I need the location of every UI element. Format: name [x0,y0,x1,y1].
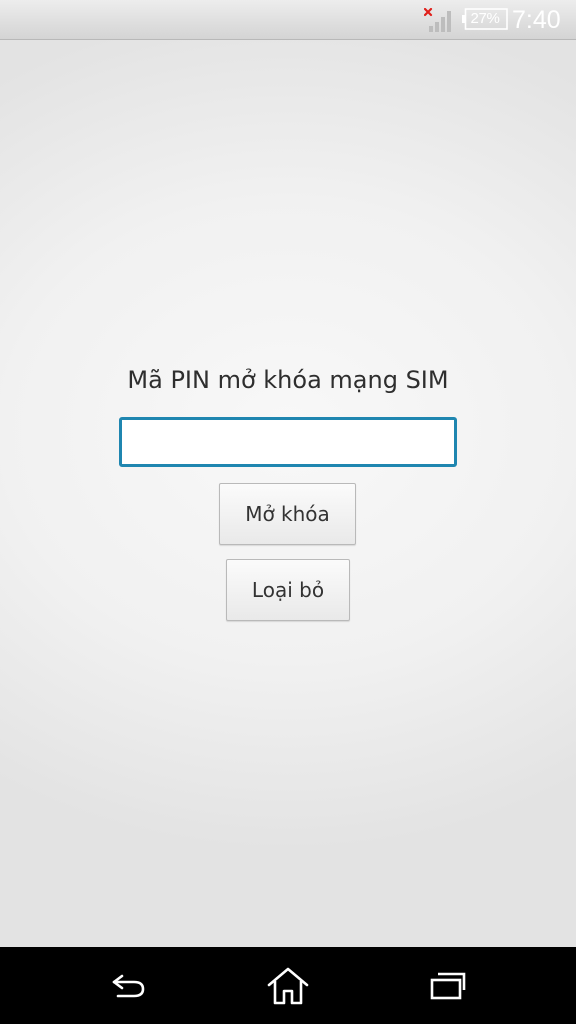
unlock-button[interactable]: Mở khóa [219,483,356,545]
back-icon [112,974,145,997]
page-title: Mã PIN mở khóa mạng SIM [127,366,449,394]
battery-percent: 27% [470,10,500,27]
status-clock: 7:40 [512,6,561,34]
pin-input[interactable] [119,417,457,467]
navigation-bar [0,947,576,1024]
home-icon [267,967,309,1004]
recent-apps-icon [430,972,466,999]
back-button[interactable] [68,947,188,1024]
signal-no-sim-icon [424,8,451,32]
screen: 27% 7:40 Mã PIN mở khóa mạng SIM Mở khóa… [0,0,576,1024]
home-button[interactable] [228,947,348,1024]
recent-apps-button[interactable] [388,947,508,1024]
dismiss-button[interactable]: Loại bỏ [226,559,350,621]
status-bar: 27% 7:40 [0,0,576,40]
